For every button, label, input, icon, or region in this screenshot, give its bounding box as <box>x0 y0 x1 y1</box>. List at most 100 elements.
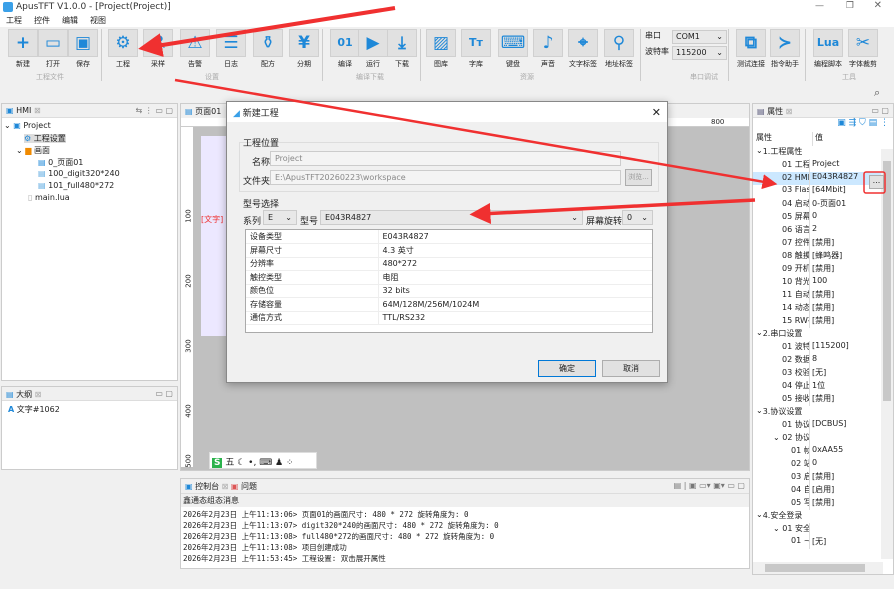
ok-button[interactable]: 确定 <box>538 360 596 377</box>
property-row[interactable]: 01 协议类型[DCBUS] <box>753 419 881 432</box>
tree-screens[interactable]: ⌄ ▆ 画面 <box>4 145 175 157</box>
download-button[interactable]: ⤓ 下载 <box>386 29 418 69</box>
property-row[interactable]: 04 自动[启用] <box>753 484 881 497</box>
property-row[interactable]: 03 Flash[64Mbit] <box>753 185 881 198</box>
property-group[interactable]: ⌄ 4.安全登录 <box>753 510 881 523</box>
project-button[interactable]: ⚙ 工程 <box>107 29 139 69</box>
alarm-button[interactable]: ⚠ 告警 <box>179 29 211 69</box>
minimize-button[interactable]: — <box>815 1 824 11</box>
property-row[interactable]: 07 控件分组[禁用] <box>753 237 881 250</box>
tree-page01[interactable]: ▤ 0_页面01 <box>4 157 175 169</box>
property-row[interactable]: 01 波特率[115200] <box>753 341 881 354</box>
rotate-select[interactable]: 0 ⌄ <box>622 210 653 225</box>
property-row[interactable]: 05 接收回调[禁用] <box>753 393 881 406</box>
tree-digit[interactable]: ▤ 100_digit320*240 <box>4 169 175 181</box>
keyboard-button[interactable]: ⌨ 键盘 <box>497 29 529 69</box>
property-row[interactable]: 03 校验位[无] <box>753 367 881 380</box>
menu-project[interactable]: 工程 <box>6 16 22 25</box>
sound-button[interactable]: ♪ 声音 <box>532 29 564 69</box>
installment-button[interactable]: ¥ 分期 <box>288 29 320 69</box>
property-group[interactable]: ⌄ 01 安全等级 <box>753 523 881 536</box>
spec-value: TTL/RS232 <box>378 311 652 325</box>
property-row[interactable]: 04 停止位1位 <box>753 380 881 393</box>
property-row[interactable]: 02 HMI型号E043R4827 <box>753 172 881 185</box>
more-button[interactable]: ... <box>869 175 884 189</box>
property-row[interactable]: 09 开机画面[禁用] <box>753 263 881 276</box>
address-tag-button[interactable]: ⚲ 地址标签 <box>603 29 635 69</box>
property-row[interactable]: 01 帧头0xAA55 <box>753 445 881 458</box>
font-crop-button[interactable]: ✂ 字体裁剪 <box>847 29 879 69</box>
save-button[interactable]: ▣ 保存 <box>67 29 99 69</box>
lua-script-button[interactable]: Lua 编程脚本 <box>812 29 844 69</box>
browse-button[interactable]: 浏览... <box>625 169 652 186</box>
gallery-button[interactable]: ▨ 图库 <box>425 29 457 69</box>
property-group[interactable]: ⌄ 3.协议设置 <box>753 406 881 419</box>
property-group[interactable]: ⌄ 1.工程属性 <box>753 146 881 159</box>
properties-scrollbar[interactable] <box>881 149 893 559</box>
test-connection-button[interactable]: ⧉ 测试连接 <box>735 29 767 69</box>
port-select[interactable]: COM1 ⌄ <box>672 30 727 44</box>
search-icon[interactable]: ⌕ <box>874 86 880 100</box>
close-button[interactable]: ✕ <box>874 0 882 11</box>
property-row[interactable]: 02 站号0 <box>753 458 881 471</box>
text-widget[interactable]: [文字] <box>201 214 223 225</box>
menu-view[interactable]: 视图 <box>90 16 106 25</box>
model-select[interactable]: E043R4827 ⌄ <box>320 210 583 225</box>
name-label: 名称 <box>252 158 271 168</box>
tree-main-lua[interactable]: ▯ main.lua <box>4 193 175 205</box>
property-row[interactable]: 14 动态参数[禁用] <box>753 302 881 315</box>
property-row[interactable]: 01 工程名Project <box>753 159 881 172</box>
property-row[interactable]: 06 语言数2 <box>753 224 881 237</box>
log-icon: ☰ <box>216 29 246 57</box>
text-tag-button[interactable]: ⌖ 文字标签 <box>567 29 599 69</box>
baud-select[interactable]: 115200 ⌄ <box>672 46 727 60</box>
button-label: 日志 <box>224 60 238 68</box>
font-button[interactable]: Tт 字库 <box>460 29 492 69</box>
property-group[interactable]: ⌄ 02 协议设置 <box>753 432 881 445</box>
property-row[interactable]: 11 自动背光[禁用] <box>753 289 881 302</box>
cancel-button[interactable]: 取消 <box>602 360 660 377</box>
property-row[interactable]: 08 触摸反馈[蜂鸣器] <box>753 250 881 263</box>
tab-problems[interactable]: ▣ 问题 <box>231 482 257 491</box>
tree-project-settings[interactable]: ⚙ 工程设置 <box>4 133 175 145</box>
property-row[interactable]: 04 启动画面0-页面01 <box>753 198 881 211</box>
sample-button[interactable]: ⚗ 采样 <box>142 29 174 69</box>
property-group[interactable]: ⌄ 2.串口设置 <box>753 328 881 341</box>
folder-field[interactable]: E:\ApusTFT20260223\workspace <box>270 170 621 185</box>
property-row[interactable]: 10 背光亮度100 <box>753 276 881 289</box>
property-row[interactable]: 01 ~1[无] <box>753 536 881 549</box>
tree-full[interactable]: ▤ 101_full480*272 <box>4 181 175 193</box>
recipe-button[interactable]: ⚱ 配方 <box>252 29 284 69</box>
property-value: 2 <box>812 224 818 233</box>
restore-button[interactable]: ❐ <box>846 1 854 11</box>
property-row[interactable]: 05 屏幕亮度0 <box>753 211 881 224</box>
properties-toolbar[interactable]: ▣ ⇶ ⛉ ▤ ⋮ <box>753 118 893 132</box>
name-field[interactable]: Project <box>270 151 621 166</box>
gear-icon: ⚙ <box>24 134 32 143</box>
tree-project[interactable]: ⌄ ▣ Project <box>4 121 175 133</box>
hmi-panel-tab[interactable]: ▣ HMI ⊠ ⇆ ⋮ ▭ ▢ <box>2 104 177 118</box>
run-button[interactable]: ▶ 运行 <box>357 29 389 69</box>
panel-controls[interactable]: ⇆ ⋮ ▭ ▢ <box>136 106 173 115</box>
console-toolbar[interactable]: ▤ | ▣ ▭▾ ▣▾ ▭ ▢ <box>674 481 745 490</box>
tab-console[interactable]: ▣ 控制台 ⊠ <box>185 482 228 491</box>
property-value: [禁用] <box>812 394 835 403</box>
property-row[interactable]: 05 写入[禁用] <box>753 497 881 510</box>
command-helper-button[interactable]: ≻ 指令助手 <box>769 29 801 69</box>
menu-edit[interactable]: 编辑 <box>62 16 78 25</box>
property-row[interactable]: 03 启用[禁用] <box>753 471 881 484</box>
open-button[interactable]: ▭ 打开 <box>37 29 69 69</box>
property-row[interactable]: 15 RW存储[禁用] <box>753 315 881 328</box>
ime-toolbar[interactable]: S 五 ☾ •, ⌨ ♟ ⁘ <box>209 452 317 469</box>
spec-value: 4.3 英寸 <box>378 243 652 258</box>
property-row[interactable]: 02 数据位8 <box>753 354 881 367</box>
log-button[interactable]: ☰ 日志 <box>215 29 247 69</box>
new-button[interactable]: + 新建 <box>7 29 39 69</box>
alarm-icon: ⚠ <box>180 29 210 57</box>
properties-hscrollbar[interactable] <box>753 562 883 574</box>
spec-table: 设备类型 E043R4827 屏幕尺寸 4.3 英寸 分辨率 480*272 触控类型 电阻颜… <box>245 229 653 333</box>
menu-controls[interactable]: 控件 <box>34 16 50 25</box>
series-select[interactable]: E ⌄ <box>263 210 297 225</box>
outline-item[interactable]: A 文字#1062 <box>8 404 171 416</box>
dialog-close-button[interactable]: ✕ <box>652 106 661 119</box>
